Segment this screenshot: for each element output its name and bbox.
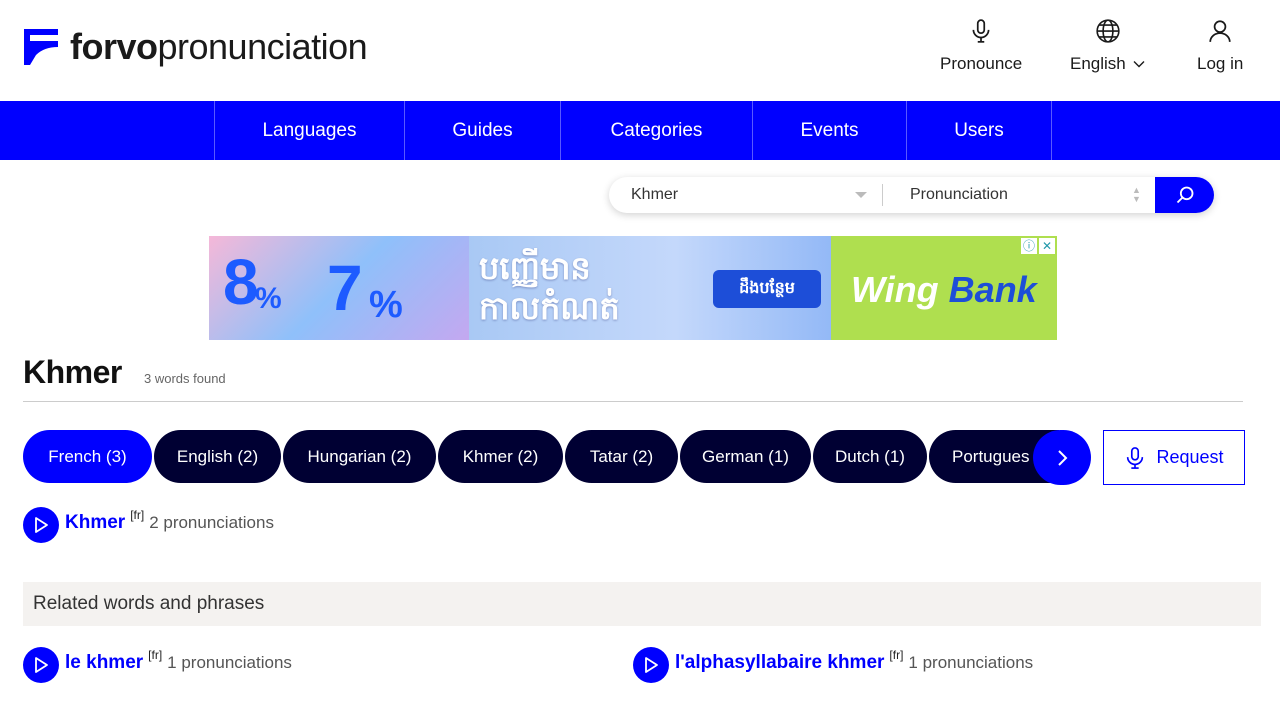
ad-info-icon[interactable]: ⓘ <box>1021 238 1037 254</box>
word-entry: Khmer [fr] 2 pronunciations <box>65 508 274 534</box>
play-button[interactable] <box>23 507 59 543</box>
play-button[interactable] <box>633 647 669 683</box>
related-entry: l'alphasyllabaire khmer [fr] 1 pronuncia… <box>675 648 1034 674</box>
language-selector[interactable]: English <box>1070 18 1146 74</box>
play-icon <box>35 517 48 533</box>
pill-dutch[interactable]: Dutch (1) <box>813 430 927 483</box>
chevron-right-icon <box>1058 449 1068 466</box>
search-bar: Khmer Pronunciation ▲ ▼ <box>609 177 1214 213</box>
results-count: 3 words found <box>144 371 226 386</box>
search-language-select[interactable]: Khmer <box>631 177 678 213</box>
request-label: Request <box>1156 447 1224 467</box>
search-type-select[interactable]: Pronunciation <box>910 177 1008 213</box>
login-button[interactable]: Log in <box>1197 18 1243 74</box>
caret-down-icon <box>855 192 867 198</box>
logo-text: forvopronunciation <box>70 26 368 67</box>
word-language-code: [fr] <box>889 648 904 662</box>
nav-item-events[interactable]: Events <box>752 101 906 160</box>
search-button[interactable] <box>1155 177 1214 213</box>
ad-learn-more[interactable]: ដឹងបន្ថែម <box>713 270 821 308</box>
chevron-down-icon <box>1133 61 1145 68</box>
ad-percent-1: % <box>255 282 282 315</box>
related-entry: le khmer [fr] 1 pronunciations <box>65 648 292 674</box>
pill-hungarian[interactable]: Hungarian (2) <box>283 430 436 483</box>
nav-item-categories[interactable]: Categories <box>560 101 752 160</box>
word-language-code: [fr] <box>148 648 163 662</box>
ad-close-icon[interactable]: ✕ <box>1039 238 1055 254</box>
updown-caret-icon: ▲ ▼ <box>1132 185 1141 204</box>
pill-french[interactable]: French (3) <box>23 430 152 483</box>
ad-number-2: 7 <box>327 252 363 324</box>
nav-item-languages[interactable]: Languages <box>214 101 404 160</box>
login-label: Log in <box>1197 54 1244 73</box>
pronounce-button[interactable]: Pronounce <box>940 18 1022 74</box>
ad-percent-2: % <box>369 284 403 326</box>
user-icon <box>1209 20 1231 42</box>
play-button[interactable] <box>23 647 59 683</box>
related-heading: Related words and phrases <box>23 582 1261 626</box>
request-button[interactable]: Request <box>1103 430 1245 485</box>
forvo-logo-icon <box>24 29 58 65</box>
globe-icon <box>1096 19 1120 43</box>
main-nav: Languages Guides Categories Events Users <box>0 101 1280 160</box>
word-link[interactable]: le khmer <box>65 652 143 674</box>
ad-banner[interactable]: 8 % 7 % បញ្ញើមាន កាលកំណត់ ដឹងបន្ថែម Wing… <box>209 236 1057 340</box>
search-divider <box>882 184 883 206</box>
pronounce-label: Pronounce <box>940 54 1023 73</box>
microphone-icon <box>972 19 990 43</box>
pronunciation-count: 1 pronunciations <box>167 653 292 672</box>
nav-item-users[interactable]: Users <box>906 101 1052 160</box>
page-title: Khmer <box>23 354 122 390</box>
play-icon <box>35 657 48 673</box>
word-language-code: [fr] <box>130 508 145 522</box>
pill-german[interactable]: German (1) <box>680 430 811 483</box>
play-icon <box>645 657 658 673</box>
ad-brand-logo: Wing Bank <box>851 269 1037 310</box>
language-label: English <box>1070 54 1126 73</box>
search-icon <box>1176 186 1193 204</box>
pill-english[interactable]: English (2) <box>154 430 281 483</box>
pill-tatar[interactable]: Tatar (2) <box>565 430 678 483</box>
ad-number-1: 8 <box>223 246 259 318</box>
divider <box>23 401 1243 402</box>
pill-khmer[interactable]: Khmer (2) <box>438 430 563 483</box>
word-link[interactable]: Khmer <box>65 512 125 534</box>
ad-headline: បញ្ញើមាន កាលកំណត់ <box>479 250 620 326</box>
word-link[interactable]: l'alphasyllabaire khmer <box>675 652 884 674</box>
ad-controls: ⓘ ✕ <box>1021 238 1055 254</box>
site-header: forvopronunciation Pronounce English Log… <box>0 0 1280 101</box>
pronunciation-count: 1 pronunciations <box>908 653 1034 672</box>
pronunciation-count: 2 pronunciations <box>149 513 274 532</box>
forvo-logo[interactable]: forvopronunciation <box>22 22 368 72</box>
nav-item-guides[interactable]: Guides <box>404 101 560 160</box>
pills-next-button[interactable] <box>1033 430 1091 485</box>
microphone-icon <box>1127 446 1144 469</box>
